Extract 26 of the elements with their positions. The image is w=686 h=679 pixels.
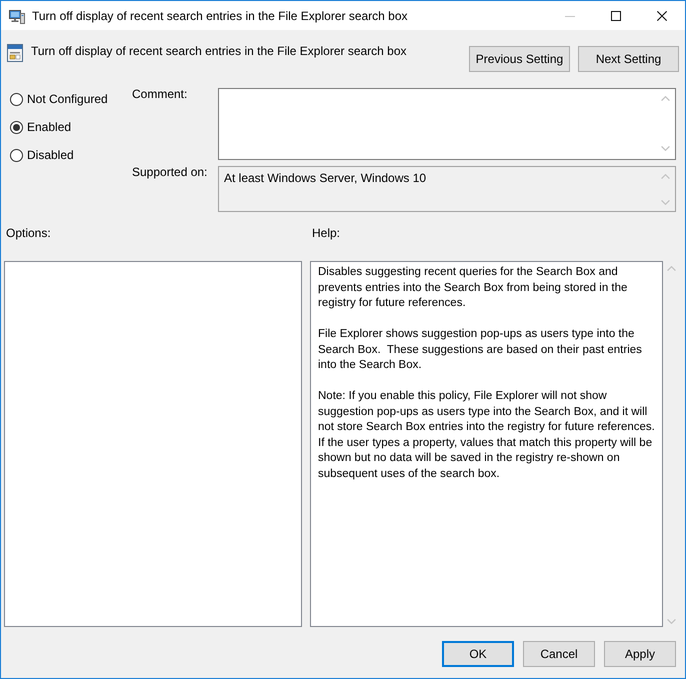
maximize-icon[interactable] bbox=[611, 10, 621, 20]
supported-on-text: At least Windows Server, Windows 10 bbox=[223, 170, 428, 185]
setting-nav-button[interactable]: Previous Setting bbox=[469, 46, 570, 72]
close-icon[interactable] bbox=[657, 10, 667, 20]
help-label: Help: bbox=[311, 226, 340, 242]
help-paragraph: Disables suggesting recent queries for the Search Box and prevents entries into the Search Box from being stored in the registry for future references. bbox=[318, 265, 628, 311]
dialog-button[interactable]: Apply bbox=[604, 641, 676, 667]
dialog-button[interactable]: OK bbox=[442, 641, 514, 667]
state-radio-option[interactable]: Enabled bbox=[10, 119, 72, 135]
setting-title: Turn off display of recent search entries in the File Explorer search box bbox=[31, 44, 408, 58]
help-paragraph: File Explorer shows suggestion pop-ups as users type into the Search Box. These suggestions are based on their past entries into the Search Box. bbox=[318, 327, 643, 373]
radio-icon[interactable] bbox=[10, 92, 23, 106]
dialog-button[interactable]: Cancel bbox=[523, 641, 595, 667]
window-title: Turn off display of recent search entries in the File Explorer search box bbox=[32, 8, 409, 22]
setting-nav-button[interactable]: Next Setting bbox=[578, 46, 679, 72]
supported-on-label: Supported on: bbox=[132, 165, 208, 179]
state-radio-option[interactable]: Not Configured bbox=[10, 91, 108, 107]
state-radio-option[interactable]: Disabled bbox=[10, 147, 74, 163]
options-label: Options: bbox=[5, 226, 51, 242]
computer-policy-icon bbox=[9, 8, 25, 24]
radio-icon[interactable] bbox=[10, 120, 23, 134]
help-paragraph: Note: If you enable this policy, File Explorer will not show suggestion pop-ups as users type into the Search Box, and it will not store Search Box entries into the registry for future references. If the user types a property, values that match this property will be shown but no data will be saved in the registry re-shown on subsequent uses of the search box. bbox=[318, 389, 656, 482]
comment-field[interactable] bbox=[218, 88, 676, 160]
comment-label: Comment: bbox=[132, 87, 188, 101]
radio-icon[interactable] bbox=[10, 148, 23, 162]
policy-setting-icon bbox=[7, 44, 23, 62]
